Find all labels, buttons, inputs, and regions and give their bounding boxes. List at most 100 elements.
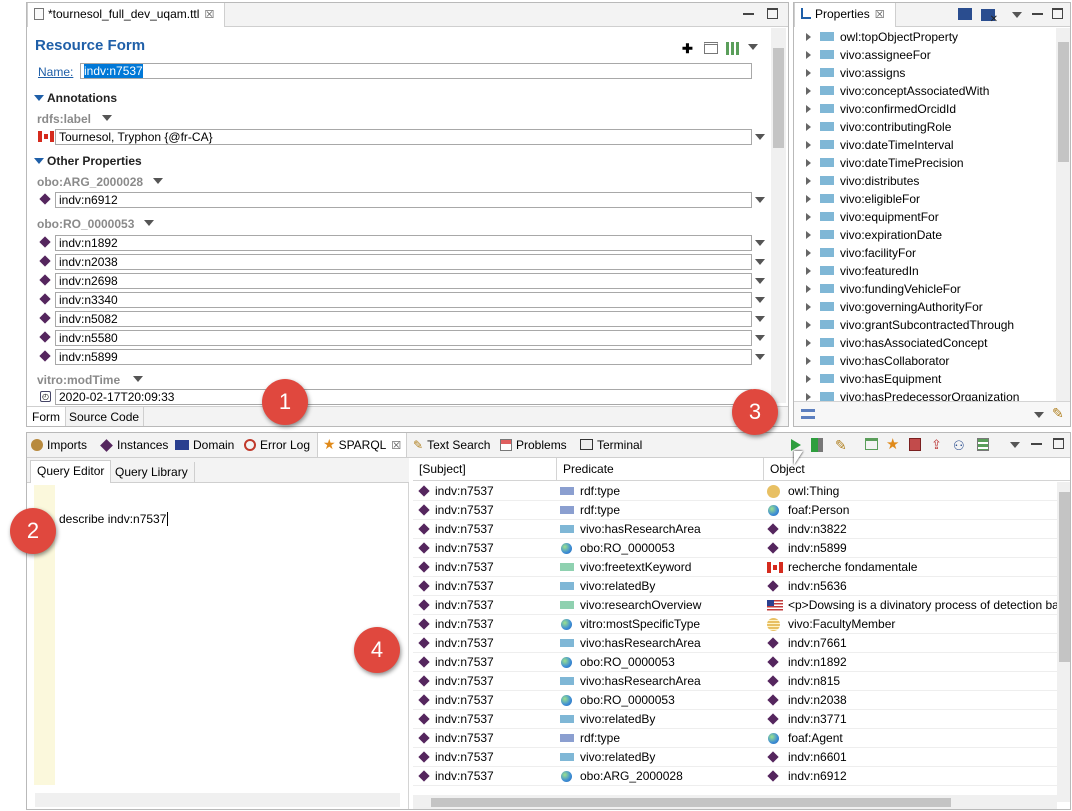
ro-dropdown-icon[interactable] (755, 297, 765, 303)
add-icon[interactable]: ✚ (682, 42, 693, 55)
expand-arrow-icon[interactable] (806, 303, 811, 311)
table-row[interactable]: indv:n7537 vivo:hasResearchArea indv:n7661 (413, 634, 1057, 653)
results-hscrollbar[interactable] (413, 795, 1057, 809)
close-icon[interactable]: ☒ (204, 9, 214, 21)
ro-value-field[interactable]: indv:n5082 (55, 311, 752, 327)
layout-grid-icon[interactable] (726, 42, 739, 55)
ro-dropdown-icon[interactable] (755, 278, 765, 284)
expand-arrow-icon[interactable] (806, 357, 811, 365)
domain-tab[interactable]: Domain (175, 434, 234, 458)
expand-arrow-icon[interactable] (806, 195, 811, 203)
table-row[interactable]: indv:n7537 vivo:hasResearchArea indv:n3822 (413, 520, 1057, 539)
property-tree-item[interactable]: vivo:fundingVehicleFor (794, 280, 1056, 298)
expand-arrow-icon[interactable] (806, 51, 811, 59)
table-row[interactable]: indv:n7537 obo:RO_0000053 indv:n1892 (413, 653, 1057, 672)
ro-dropdown-icon[interactable] (755, 316, 765, 322)
tool-icon[interactable]: ✎ (1052, 405, 1064, 422)
table-row[interactable]: indv:n7537 vitro:mostSpecificType vivo:Fac… (413, 615, 1057, 634)
annotations-expand-icon[interactable] (34, 95, 44, 101)
property-tree-item[interactable]: vivo:assigneeFor (794, 46, 1056, 64)
expand-arrow-icon[interactable] (806, 249, 811, 257)
rdfs-label-menu-icon[interactable] (102, 115, 112, 121)
ro-value-field[interactable]: indv:n5899 (55, 349, 752, 365)
property-tree-item[interactable]: vivo:hasEquipment (794, 370, 1056, 388)
form-tab[interactable]: Form (27, 407, 66, 426)
list-icon[interactable] (977, 438, 989, 451)
group-icon[interactable]: ⚇ (953, 438, 965, 454)
table-row[interactable]: indv:n7537 vivo:hasResearchArea indv:n815 (413, 672, 1057, 691)
property-tree-item[interactable]: vivo:equipmentFor (794, 208, 1056, 226)
expand-arrow-icon[interactable] (806, 105, 811, 113)
form-menu-icon[interactable] (748, 44, 758, 50)
table-row[interactable]: indv:n7537 obo:RO_0000053 indv:n5899 (413, 539, 1057, 558)
query-text[interactable]: describe indv:n7537 (59, 512, 399, 782)
table-row[interactable]: indv:n7537 vivo:relatedBy indv:n3771 (413, 710, 1057, 729)
maximize-icon[interactable] (767, 8, 778, 19)
table-row[interactable]: indv:n7537 vivo:relatedBy indv:n6601 (413, 748, 1057, 767)
property-tree-item[interactable]: vivo:facilityFor (794, 244, 1056, 262)
delete-property-icon[interactable]: ✕ (981, 9, 998, 25)
sparql-tab[interactable]: ★ SPARQL ☒ (317, 433, 408, 457)
table-row[interactable]: indv:n7537 vivo:relatedBy indv:n5636 (413, 577, 1057, 596)
view-menu-icon[interactable] (1012, 12, 1022, 18)
problems-tab[interactable]: Problems (500, 434, 567, 458)
other-properties-expand-icon[interactable] (34, 158, 44, 164)
table-row[interactable]: indv:n7537 obo:ARG_2000028 indv:n6912 (413, 767, 1057, 786)
hierarchy-icon[interactable] (801, 409, 815, 419)
expand-arrow-icon[interactable] (806, 375, 811, 383)
expand-arrow-icon[interactable] (806, 69, 811, 77)
results-scroll-thumb[interactable] (1059, 492, 1070, 662)
modtime-menu-icon[interactable] (133, 376, 143, 382)
favorite-star-icon[interactable]: ★ (886, 435, 899, 453)
table-row[interactable]: indv:n7537 rdf:type foaf:Person (413, 501, 1057, 520)
property-tree-item[interactable]: vivo:eligibleFor (794, 190, 1056, 208)
results-scrollbar[interactable] (1057, 482, 1070, 802)
property-tree-item[interactable]: vivo:expirationDate (794, 226, 1056, 244)
editor-tab[interactable]: *tournesol_full_dev_uqam.ttl ☒ (27, 3, 225, 27)
object-column-header[interactable]: Object (764, 458, 1054, 480)
query-hscrollbar[interactable] (35, 793, 400, 807)
ro-dropdown-icon[interactable] (755, 240, 765, 246)
maximize-icon[interactable] (1052, 8, 1063, 19)
table-row[interactable]: indv:n7537 rdf:type owl:Thing (413, 482, 1057, 501)
label-dropdown-icon[interactable] (755, 134, 765, 140)
expand-arrow-icon[interactable] (806, 393, 811, 401)
property-tree-item[interactable]: vivo:conceptAssociatedWith (794, 82, 1056, 100)
property-tree-item[interactable]: vivo:featuredIn (794, 262, 1056, 280)
expand-arrow-icon[interactable] (806, 231, 811, 239)
annotations-section[interactable]: Annotations (47, 91, 117, 105)
expand-arrow-icon[interactable] (806, 33, 811, 41)
source-code-tab[interactable]: Source Code (65, 407, 145, 426)
ro-value-field[interactable]: indv:n3340 (55, 292, 752, 308)
arg-dropdown-icon[interactable] (755, 197, 765, 203)
error-log-tab[interactable]: Error Log (244, 434, 310, 458)
minimize-icon[interactable] (1032, 9, 1043, 15)
other-properties-section[interactable]: Other Properties (47, 154, 142, 168)
properties-scroll-thumb[interactable] (1058, 42, 1069, 162)
property-tree-item[interactable]: vivo:grantSubcontractedThrough (794, 316, 1056, 334)
predicate-column-header[interactable]: Predicate (557, 458, 764, 480)
run-step-icon[interactable] (811, 438, 823, 452)
expand-arrow-icon[interactable] (806, 87, 811, 95)
arg-value-field[interactable]: indv:n6912 (55, 192, 752, 208)
property-tree-item[interactable]: vivo:dateTimeInterval (794, 136, 1056, 154)
property-tree-item[interactable]: vivo:hasAssociatedConcept (794, 334, 1056, 352)
property-tree-item[interactable]: vivo:contributingRole (794, 118, 1056, 136)
ro-value-field[interactable]: indv:n5580 (55, 330, 752, 346)
table-row[interactable]: indv:n7537 obo:RO_0000053 indv:n2038 (413, 691, 1057, 710)
instances-tab[interactable]: Instances (100, 434, 168, 458)
property-tree-item[interactable]: owl:topObjectProperty (794, 28, 1056, 46)
table-row[interactable]: indv:n7537 vivo:researchOverview <p>Dowsin… (413, 596, 1059, 615)
expand-arrow-icon[interactable] (806, 339, 811, 347)
property-tree-item[interactable]: vivo:dateTimePrecision (794, 154, 1056, 172)
expand-arrow-icon[interactable] (806, 321, 811, 329)
new-property-icon[interactable] (958, 8, 972, 20)
export-icon[interactable] (865, 438, 878, 450)
editor-scrollbar[interactable] (771, 28, 786, 403)
imports-tab[interactable]: Imports (31, 434, 87, 458)
expand-arrow-icon[interactable] (806, 123, 811, 131)
maximize-icon[interactable] (1053, 438, 1064, 449)
ro-dropdown-icon[interactable] (755, 259, 765, 265)
name-field[interactable]: indv:n7537 (80, 63, 752, 79)
query-library-tab[interactable]: Query Library (109, 462, 195, 483)
